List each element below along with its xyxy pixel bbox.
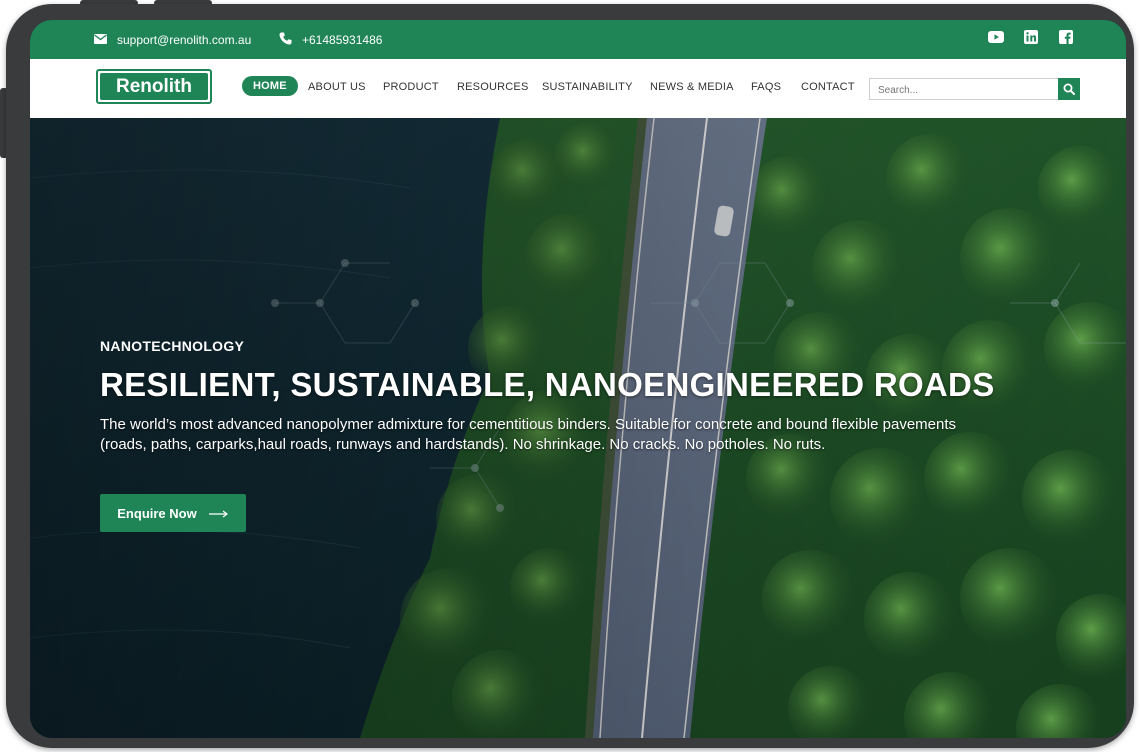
top-contact-bar: support@renolith.com.au +61485931486 <box>30 20 1126 59</box>
hero-title: RESILIENT, SUSTAINABLE, NANOENGINEERED R… <box>100 366 995 403</box>
search-icon <box>1063 83 1075 95</box>
email-contact[interactable]: support@renolith.com.au <box>94 20 251 59</box>
hero-subtitle: The world’s most advanced nanopolymer ad… <box>100 416 957 453</box>
nav-news-media[interactable]: NEWS & MEDIA <box>650 81 734 93</box>
arrow-right-icon <box>208 506 229 521</box>
search-input[interactable] <box>876 80 1060 100</box>
logo-text: Renolith <box>100 73 208 100</box>
main-navbar: Renolith HOME ABOUT US PRODUCT RESOURCES… <box>30 59 1126 118</box>
search-box <box>869 78 1080 100</box>
nav-sustainability[interactable]: SUSTAINABILITY <box>542 81 633 93</box>
nav-faqs[interactable]: FAQS <box>751 81 781 93</box>
nav-resources[interactable]: RESOURCES <box>457 81 528 93</box>
nav-home[interactable]: HOME <box>242 76 298 96</box>
hero-eyebrow: NANOTECHNOLOGY <box>100 338 245 354</box>
phone-icon <box>279 32 292 48</box>
facebook-icon[interactable] <box>1058 29 1074 45</box>
enquire-now-button[interactable]: Enquire Now <box>100 494 246 532</box>
linkedin-icon[interactable] <box>1023 29 1039 45</box>
enquire-now-label: Enquire Now <box>117 505 197 521</box>
email-text: support@renolith.com.au <box>117 32 252 47</box>
logo[interactable]: Renolith <box>96 69 212 104</box>
phone-contact[interactable]: +61485931486 <box>279 20 382 59</box>
nav-contact[interactable]: CONTACT <box>801 81 855 93</box>
screen: support@renolith.com.au +61485931486 Ren… <box>30 20 1126 738</box>
search-button[interactable] <box>1058 78 1080 100</box>
tablet-frame: support@renolith.com.au +61485931486 Ren… <box>6 4 1134 748</box>
youtube-icon[interactable] <box>988 29 1004 45</box>
nav-product[interactable]: PRODUCT <box>383 81 439 93</box>
nav-about-us[interactable]: ABOUT US <box>308 81 366 93</box>
phone-text: +61485931486 <box>302 32 383 47</box>
envelope-icon <box>94 33 107 47</box>
hero-section: NANOTECHNOLOGY RESILIENT, SUSTAINABLE, N… <box>30 118 1126 738</box>
